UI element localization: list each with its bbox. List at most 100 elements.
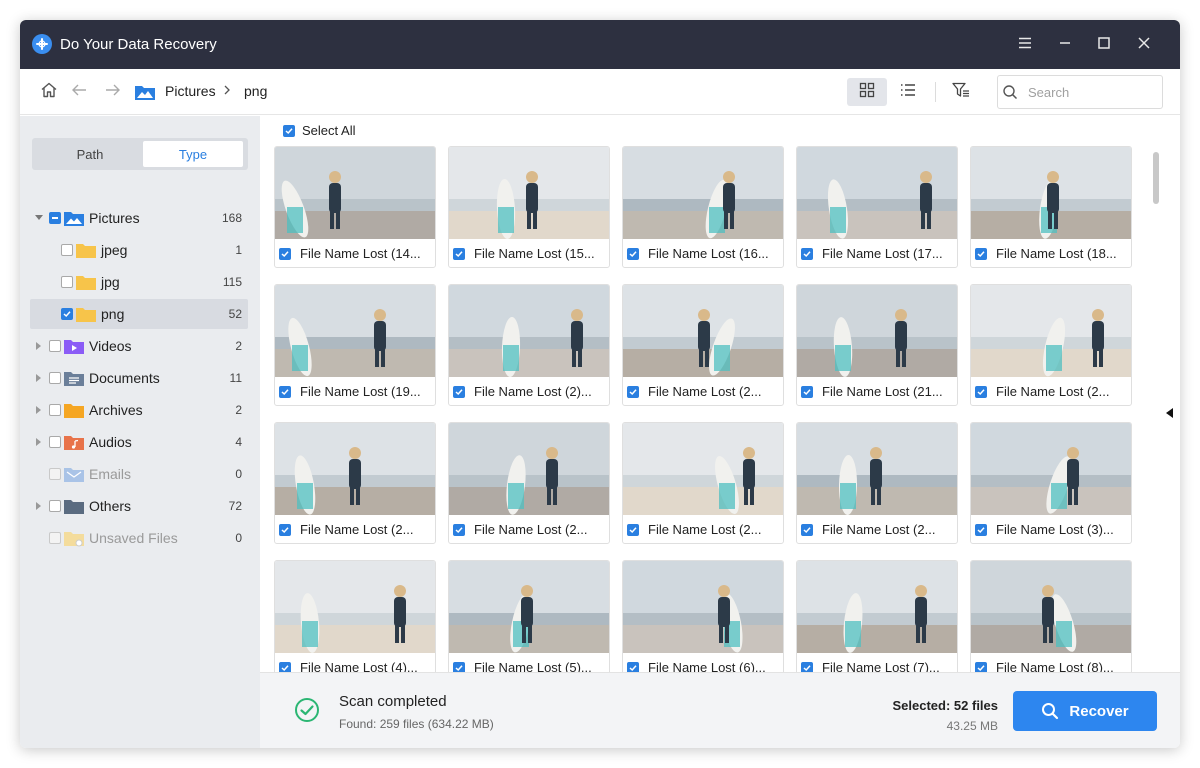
collapse-panel-arrow-icon[interactable] xyxy=(1166,408,1173,418)
file-card-label-row: File Name Lost (2... xyxy=(627,384,779,399)
file-checkbox[interactable] xyxy=(627,385,639,398)
tree-item-jpeg[interactable]: jpeg 1 xyxy=(30,235,248,265)
file-card-label-row: File Name Lost (7)... xyxy=(801,660,953,672)
photo-thumbnail xyxy=(971,147,1131,239)
file-checkbox[interactable] xyxy=(801,385,813,398)
file-name: File Name Lost (2... xyxy=(996,384,1110,399)
file-card[interactable]: File Name Lost (2... xyxy=(274,422,436,544)
file-card[interactable]: File Name Lost (4)... xyxy=(274,560,436,672)
caret-right-icon[interactable] xyxy=(33,436,45,448)
file-card[interactable]: File Name Lost (8)... xyxy=(970,560,1132,672)
grid-view-button[interactable] xyxy=(847,78,887,106)
caret-right-icon[interactable] xyxy=(33,340,45,352)
tree-item-jpg[interactable]: jpg 115 xyxy=(30,267,248,297)
file-checkbox[interactable] xyxy=(801,247,813,260)
close-button[interactable] xyxy=(1131,32,1157,58)
search-box[interactable] xyxy=(997,75,1163,109)
file-checkbox[interactable] xyxy=(453,247,465,260)
file-card[interactable]: File Name Lost (18... xyxy=(970,146,1132,268)
tree-item-emails[interactable]: Emails 0 xyxy=(30,459,248,489)
tab-type[interactable]: Type xyxy=(143,141,243,167)
file-checkbox[interactable] xyxy=(453,385,465,398)
file-card[interactable]: File Name Lost (6)... xyxy=(622,560,784,672)
tree-checkbox[interactable] xyxy=(49,372,61,384)
caret-down-icon[interactable] xyxy=(33,212,45,224)
file-card[interactable]: File Name Lost (16... xyxy=(622,146,784,268)
tree-item-archives[interactable]: Archives 2 xyxy=(30,395,248,425)
tree-checkbox[interactable] xyxy=(49,436,61,448)
tree-item-documents[interactable]: Documents 11 xyxy=(30,363,248,393)
file-checkbox[interactable] xyxy=(279,661,291,672)
file-checkbox[interactable] xyxy=(279,247,291,260)
tree-item-videos[interactable]: Videos 2 xyxy=(30,331,248,361)
file-checkbox[interactable] xyxy=(627,523,639,536)
maximize-button[interactable] xyxy=(1091,32,1117,58)
file-checkbox[interactable] xyxy=(453,523,465,536)
caret-right-icon[interactable] xyxy=(33,404,45,416)
file-card[interactable]: File Name Lost (2)... xyxy=(448,284,610,406)
file-name: File Name Lost (2... xyxy=(822,522,936,537)
folder-icon xyxy=(75,274,97,291)
file-card[interactable]: File Name Lost (14... xyxy=(274,146,436,268)
file-checkbox[interactable] xyxy=(453,661,465,672)
home-button[interactable] xyxy=(38,81,60,103)
file-checkbox[interactable] xyxy=(627,247,639,260)
breadcrumb-pictures[interactable]: Pictures xyxy=(165,83,216,99)
file-card-label-row: File Name Lost (8)... xyxy=(975,660,1127,672)
search-input[interactable] xyxy=(1028,84,1138,100)
tab-path[interactable]: Path xyxy=(40,141,140,167)
tree-checkbox[interactable] xyxy=(61,276,73,288)
file-checkbox[interactable] xyxy=(279,523,291,536)
caret-right-icon[interactable] xyxy=(33,500,45,512)
file-card[interactable]: File Name Lost (2... xyxy=(622,422,784,544)
tree-item-others[interactable]: Others 72 xyxy=(30,491,248,521)
tree-checkbox[interactable] xyxy=(61,244,73,256)
emails-folder-icon xyxy=(63,466,85,483)
tree-checkbox[interactable] xyxy=(49,500,61,512)
file-card-label-row: File Name Lost (4)... xyxy=(279,660,431,672)
file-name: File Name Lost (14... xyxy=(300,246,421,261)
vertical-scrollbar[interactable] xyxy=(1153,152,1159,204)
file-checkbox[interactable] xyxy=(975,661,987,672)
file-card[interactable]: File Name Lost (7)... xyxy=(796,560,958,672)
recover-button[interactable]: Recover xyxy=(1013,691,1157,731)
file-card[interactable]: File Name Lost (3)... xyxy=(970,422,1132,544)
list-view-button[interactable] xyxy=(888,78,928,106)
file-checkbox[interactable] xyxy=(279,385,291,398)
file-card[interactable]: File Name Lost (2... xyxy=(970,284,1132,406)
tree-item-png[interactable]: png 52 xyxy=(30,299,248,329)
file-checkbox[interactable] xyxy=(975,247,987,260)
file-checkbox[interactable] xyxy=(801,661,813,672)
tree-item-unsaved-files[interactable]: Unsaved Files 0 xyxy=(30,523,248,553)
file-checkbox[interactable] xyxy=(627,661,639,672)
tree-checkbox[interactable] xyxy=(49,340,61,352)
back-button[interactable] xyxy=(68,81,90,103)
file-card[interactable]: File Name Lost (2... xyxy=(796,422,958,544)
tree-item-count: 1 xyxy=(235,243,242,257)
tree-checkbox[interactable] xyxy=(61,308,73,320)
select-all-checkbox[interactable]: Select All xyxy=(283,123,355,138)
file-card[interactable]: File Name Lost (19... xyxy=(274,284,436,406)
tree-checkbox[interactable] xyxy=(49,404,61,416)
file-checkbox[interactable] xyxy=(975,385,987,398)
menu-button[interactable] xyxy=(1012,32,1038,58)
forward-button[interactable] xyxy=(102,81,124,103)
file-checkbox[interactable] xyxy=(801,523,813,536)
file-card[interactable]: File Name Lost (17... xyxy=(796,146,958,268)
hamburger-menu-icon xyxy=(1018,36,1032,54)
file-card[interactable]: File Name Lost (5)... xyxy=(448,560,610,672)
minimize-button[interactable] xyxy=(1052,32,1078,58)
file-card[interactable]: File Name Lost (2... xyxy=(622,284,784,406)
breadcrumb-png[interactable]: png xyxy=(244,83,267,99)
caret-right-icon[interactable] xyxy=(33,372,45,384)
tree-checkbox[interactable] xyxy=(49,212,61,224)
file-card[interactable]: File Name Lost (21... xyxy=(796,284,958,406)
file-card[interactable]: File Name Lost (2... xyxy=(448,422,610,544)
tree-item-pictures[interactable]: Pictures 168 xyxy=(30,203,248,233)
chevron-right-icon xyxy=(223,83,231,99)
filter-button[interactable] xyxy=(941,78,981,106)
file-checkbox[interactable] xyxy=(975,523,987,536)
tree-item-audios[interactable]: Audios 4 xyxy=(30,427,248,457)
file-card[interactable]: File Name Lost (15... xyxy=(448,146,610,268)
status-footer: Scan completed Found: 259 files (634.22 … xyxy=(260,672,1180,748)
